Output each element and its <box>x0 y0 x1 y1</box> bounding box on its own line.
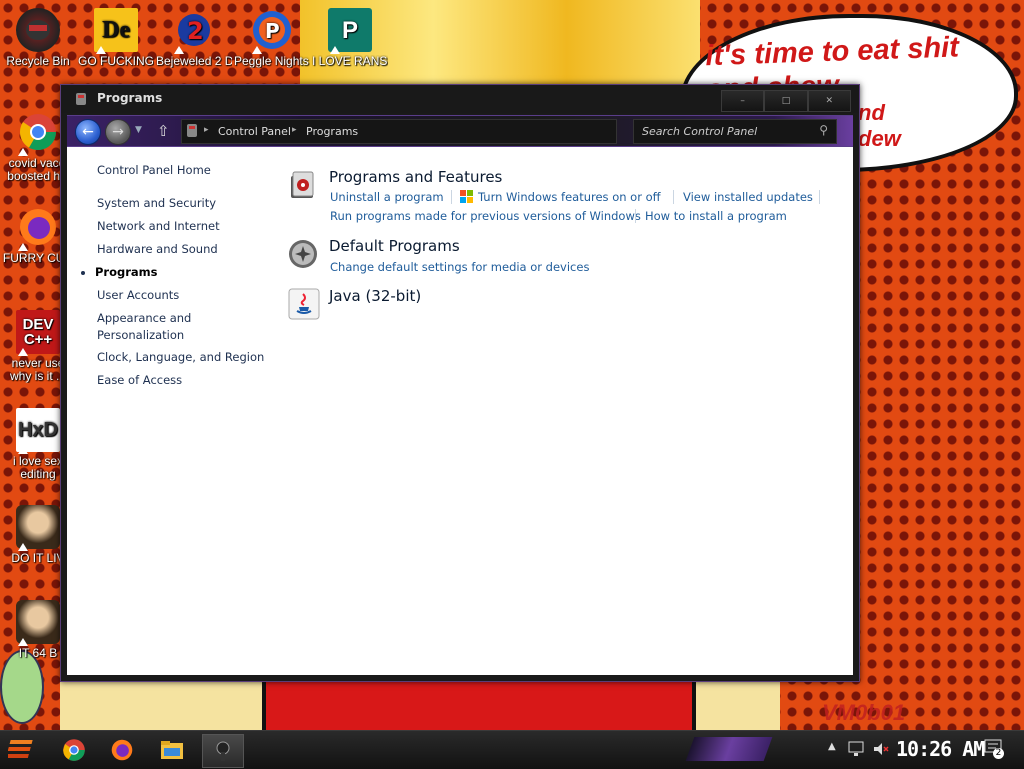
run-older-programs-link[interactable]: Run programs made for previous versions … <box>330 209 641 223</box>
notification-count-badge: 2 <box>993 748 1004 759</box>
link-separator <box>635 209 636 223</box>
control-panel-window: Programs – □ ✕ ← → ▼ ⇧ ▸ Control Panel ▸… <box>60 84 860 682</box>
control-panel-icon <box>216 741 230 761</box>
arrow-left-icon: ← <box>82 124 94 140</box>
chrome-icon <box>63 739 85 761</box>
folder-icon <box>161 741 183 759</box>
title-bar[interactable]: Programs – □ ✕ <box>61 85 859 113</box>
windows-shield-icon <box>460 190 473 203</box>
desktop-icon-recycle-bin[interactable]: Recycle Bin <box>0 8 76 68</box>
search-placeholder: Search Control Panel <box>642 125 758 138</box>
programs-and-features-icon <box>291 171 314 198</box>
bejeweled-icon: 2 <box>172 8 216 54</box>
svg-text:P: P <box>265 19 280 43</box>
desktop-icon-label: Peggle Nights Deluxe <box>234 55 310 68</box>
start-button[interactable] <box>5 735 40 765</box>
control-panel-icon <box>76 93 86 105</box>
de-app-icon: De <box>94 8 138 54</box>
hxd-icon: HxD <box>16 408 60 454</box>
address-bar: ← → ▼ ⇧ ▸ Control Panel ▸ Programs Searc… <box>67 115 853 147</box>
up-button[interactable]: ⇧ <box>157 122 170 140</box>
nav-programs[interactable]: Programs <box>95 264 158 281</box>
change-default-settings-link[interactable]: Change default settings for media or dev… <box>330 260 589 274</box>
view-installed-updates-link[interactable]: View installed updates <box>683 190 813 204</box>
show-hidden-icons-icon[interactable]: ▲ <box>828 741 836 752</box>
turn-windows-features-link[interactable]: Turn Windows features on or off <box>478 190 661 204</box>
nav-hardware-and-sound[interactable]: Hardware and Sound <box>97 241 218 258</box>
search-icon[interactable]: ⚲ <box>819 123 828 137</box>
wallpaper-red-panel <box>262 680 696 730</box>
nav-system-and-security[interactable]: System and Security <box>97 195 216 212</box>
default-programs-link[interactable]: Default Programs <box>329 237 460 255</box>
how-to-install-link[interactable]: How to install a program <box>645 209 787 223</box>
clock[interactable]: 10:26 AM <box>896 737 985 761</box>
control-panel-small-icon <box>187 124 197 137</box>
nav-control-panel-home[interactable]: Control Panel Home <box>97 162 211 179</box>
default-programs-icon <box>289 240 317 268</box>
recent-pages-dropdown[interactable]: ▼ <box>135 125 142 135</box>
taskbar: ▲ 10:26 AM 2 <box>0 730 1024 769</box>
search-input[interactable]: Search Control Panel ⚲ <box>633 119 837 144</box>
speech-bubble-text2: nd dew <box>858 100 901 151</box>
desktop-icon-bejeweled[interactable]: 2 Bejeweled 2 Deluxe <box>156 8 232 68</box>
devcpp-icon: DEV C++ <box>16 310 60 356</box>
nav-personalization[interactable]: Personalization <box>97 327 184 344</box>
link-separator <box>451 190 452 204</box>
uninstall-program-link[interactable]: Uninstall a program <box>330 190 444 204</box>
desktop-icon-publisher[interactable]: P I LOVE RANSOMWARE <box>312 8 388 68</box>
content-area: Control Panel Home System and Security N… <box>67 147 853 675</box>
forward-button[interactable]: → <box>105 119 131 145</box>
taskbar-chrome[interactable] <box>56 734 92 766</box>
portrait-icon <box>16 505 60 551</box>
start-icon <box>5 740 33 758</box>
window-title: Programs <box>97 91 163 105</box>
taskbar-control-panel[interactable] <box>202 734 244 768</box>
close-button[interactable]: ✕ <box>807 90 851 112</box>
breadcrumb[interactable]: ▸ Control Panel ▸ Programs <box>181 119 617 144</box>
wallpaper-character <box>0 650 44 724</box>
portrait-icon <box>16 600 60 646</box>
firefox-icon <box>16 205 60 251</box>
taskbar-file-explorer[interactable] <box>154 734 190 766</box>
taskbar-firefox[interactable] <box>104 734 140 766</box>
wallpaper-signature: VM0b01 <box>822 700 906 725</box>
desktop-icon-label: Bejeweled 2 Deluxe <box>156 55 232 68</box>
recycle-bin-icon <box>16 8 60 52</box>
link-separator <box>819 190 820 204</box>
breadcrumb-programs[interactable]: Programs <box>306 125 358 138</box>
firefox-icon <box>111 739 133 761</box>
desktop-icon-label: I LOVE RANSOMWARE <box>312 55 388 68</box>
nav-ease-of-access[interactable]: Ease of Access <box>97 372 182 389</box>
nav-appearance[interactable]: Appearance and <box>97 310 191 327</box>
svg-text:2: 2 <box>187 17 204 45</box>
maximize-button[interactable]: □ <box>764 90 808 112</box>
arrow-right-icon: → <box>112 124 124 140</box>
back-button[interactable]: ← <box>75 119 101 145</box>
peggle-icon: P <box>250 8 294 54</box>
chevron-right-icon: ▸ <box>204 125 209 135</box>
publisher-icon: P <box>328 8 372 54</box>
network-icon[interactable] <box>848 741 866 757</box>
chevron-right-icon: ▸ <box>292 125 297 135</box>
link-separator <box>673 190 674 204</box>
minimize-button[interactable]: – <box>721 90 765 112</box>
chrome-icon <box>16 110 60 156</box>
desktop-icon-de[interactable]: De GO FUCKING KILL YOURS <box>78 8 154 68</box>
left-navigation: Control Panel Home System and Security N… <box>67 147 277 675</box>
nav-network-and-internet[interactable]: Network and Internet <box>97 218 220 235</box>
action-center-button[interactable]: 2 <box>984 739 1004 759</box>
java-icon <box>288 288 320 320</box>
nav-user-accounts[interactable]: User Accounts <box>97 287 179 304</box>
taskbar-decoration <box>685 737 773 761</box>
volume-muted-icon[interactable] <box>872 741 890 757</box>
java-link[interactable]: Java (32-bit) <box>329 287 421 305</box>
current-page-bullet <box>81 271 85 275</box>
nav-clock-language-region[interactable]: Clock, Language, and Region <box>97 349 264 366</box>
breadcrumb-control-panel[interactable]: Control Panel <box>218 125 291 138</box>
desktop-icon-peggle[interactable]: P Peggle Nights Deluxe <box>234 8 310 68</box>
programs-and-features-link[interactable]: Programs and Features <box>329 168 502 186</box>
desktop-icon-label: Recycle Bin <box>6 55 70 68</box>
desktop-icon-label: GO FUCKING KILL YOURS <box>78 55 154 68</box>
